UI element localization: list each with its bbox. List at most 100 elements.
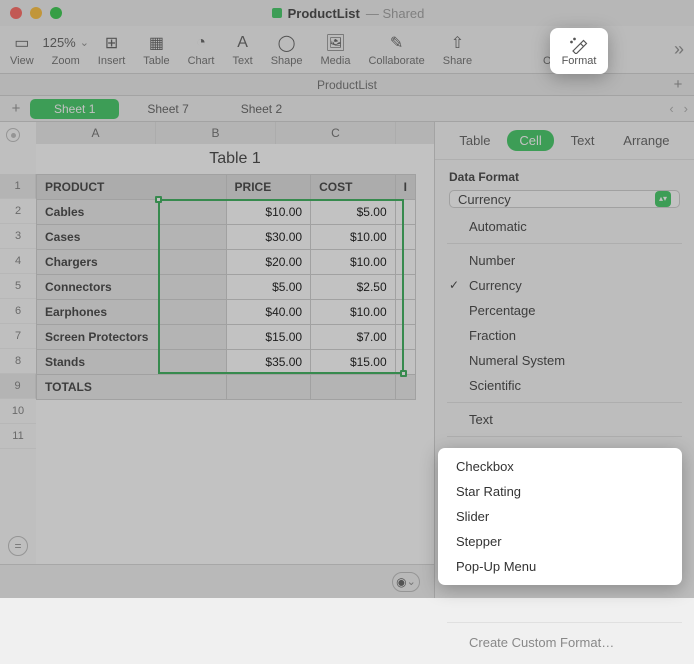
collaborate-button[interactable]: ✎ Collaborate [368,33,424,67]
view-button[interactable]: ▭ View [10,33,34,67]
column-header[interactable]: C [276,122,396,144]
row-header[interactable]: 8 [0,349,36,374]
next-sheet-icon[interactable]: › [684,101,688,116]
cell[interactable]: Cases [37,225,227,250]
tab-arrange[interactable]: Arrange [611,130,681,151]
prev-sheet-icon[interactable]: ‹ [669,101,673,116]
data-format-dropdown[interactable]: Currency ▴▾ [449,190,680,208]
cell[interactable]: TOTALS [37,375,227,400]
cell[interactable] [395,275,415,300]
menu-item-stepper[interactable]: Stepper [438,529,682,554]
column-header-cell[interactable]: I [395,175,415,200]
sheet-tab[interactable]: Sheet 1 [30,99,119,119]
menu-item-checkbox[interactable]: Checkbox [438,454,682,479]
cell[interactable]: Stands [37,350,227,375]
table-button[interactable]: ▦ Table [143,33,169,67]
column-header-cell[interactable]: PRICE [226,175,311,200]
menu-item-create-custom[interactable]: Create Custom Format… [435,627,694,658]
cell[interactable] [226,375,311,400]
menu-item-scientific[interactable]: Scientific [435,373,694,398]
cell[interactable]: Earphones [37,300,227,325]
share-button[interactable]: ⇧ Share [443,33,472,67]
cell[interactable] [395,350,415,375]
zoom-button[interactable]: 125%⌄ Zoom [52,33,80,67]
row-header[interactable]: 3 [0,224,36,249]
add-sheet-button[interactable]: + [6,100,26,117]
cell[interactable]: $10.00 [226,200,311,225]
cell[interactable]: $2.50 [311,275,396,300]
insert-button[interactable]: ⊞ Insert [98,33,126,67]
menu-item-popup-menu[interactable]: Pop-Up Menu [438,554,682,579]
tab-text[interactable]: Text [559,130,607,151]
column-header-cell[interactable]: PRODUCT [37,175,227,200]
cell[interactable]: $15.00 [311,350,396,375]
column-header[interactable]: B [156,122,276,144]
minimize-icon[interactable] [30,7,42,19]
shape-button[interactable]: ◯ Shape [271,33,303,67]
sheet-tab[interactable]: Sheet 7 [123,99,212,119]
cell[interactable]: Screen Protectors [37,325,227,350]
row-header[interactable]: 4 [0,249,36,274]
formula-button[interactable]: = [8,536,28,556]
table-title[interactable]: Table 1 [36,144,434,174]
column-header[interactable]: A [36,122,156,144]
cell[interactable]: $30.00 [226,225,311,250]
cell[interactable] [395,325,415,350]
cell[interactable]: $5.00 [226,275,311,300]
cell[interactable] [311,375,396,400]
view-mode-button[interactable]: ◉ ⌄ [392,572,420,592]
cell[interactable] [395,225,415,250]
menu-item-slider[interactable]: Slider [438,504,682,529]
cell[interactable]: $10.00 [311,300,396,325]
menu-item-number[interactable]: Number [435,248,694,273]
close-icon[interactable] [10,7,22,19]
cell[interactable] [395,300,415,325]
cell[interactable]: $10.00 [311,225,396,250]
cell[interactable]: $5.00 [311,200,396,225]
row-header[interactable]: 9 [0,374,36,399]
zoom-value: 125%⌄ [56,33,76,53]
text-button[interactable]: A Text [233,33,253,67]
column-header-cell[interactable]: COST [311,175,396,200]
cell[interactable]: Chargers [37,250,227,275]
menu-item-numeral-system[interactable]: Numeral System [435,348,694,373]
tab-table[interactable]: Table [447,130,502,151]
row-header[interactable]: 5 [0,274,36,299]
row-header[interactable]: 1 [0,174,36,199]
menu-item-fraction[interactable]: Fraction [435,323,694,348]
menu-item-percentage[interactable]: Percentage [435,298,694,323]
row-header[interactable]: 10 [0,399,36,424]
sheet-tab[interactable]: Sheet 2 [217,99,306,119]
row-header[interactable]: 6 [0,299,36,324]
row-header[interactable]: 7 [0,324,36,349]
chart-button[interactable]: ◔ Chart [188,33,215,67]
row-header[interactable]: 11 [0,424,36,449]
sheet-area[interactable]: A B C D 1 2 3 4 5 6 7 8 9 10 11 Table 1 … [0,122,434,598]
cell[interactable] [395,200,415,225]
cell[interactable]: $20.00 [226,250,311,275]
menu-item-automatic[interactable]: Automatic [435,214,694,239]
menu-item-text[interactable]: Text [435,407,694,432]
more-icon[interactable]: » [674,39,684,60]
tab-cell[interactable]: Cell [507,130,553,151]
fullscreen-icon[interactable] [50,7,62,19]
cell[interactable]: Connectors [37,275,227,300]
cell[interactable]: $7.00 [311,325,396,350]
document-title[interactable]: ProductList — Shared [62,6,634,21]
select-all-cell[interactable] [6,128,20,142]
cell[interactable] [395,375,415,400]
column-header[interactable]: D [396,122,434,144]
row-header[interactable]: 2 [0,199,36,224]
media-button[interactable]: 🖼 Media [321,33,351,67]
menu-item-star-rating[interactable]: Star Rating [438,479,682,504]
window-controls [10,7,62,19]
cell[interactable]: $10.00 [311,250,396,275]
cell[interactable]: $15.00 [226,325,311,350]
add-panel-button[interactable]: + [668,74,688,96]
menu-item-currency[interactable]: ✓Currency [435,273,694,298]
cell[interactable] [395,250,415,275]
cell[interactable]: Cables [37,200,227,225]
cell[interactable]: $40.00 [226,300,311,325]
cell[interactable]: $35.00 [226,350,311,375]
format-button[interactable]: Format [550,28,608,74]
